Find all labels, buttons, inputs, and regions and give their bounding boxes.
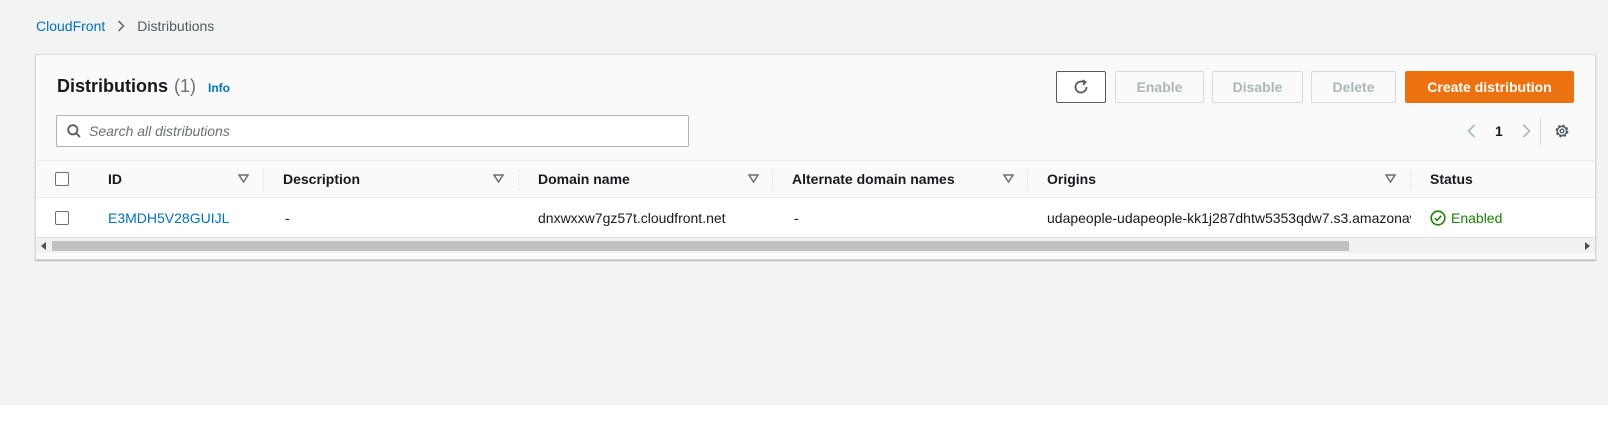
column-header-id[interactable]: ID xyxy=(108,161,122,197)
select-all-checkbox[interactable] xyxy=(55,172,69,186)
cell-description: - xyxy=(285,209,290,226)
sort-triangle-icon[interactable] xyxy=(1385,173,1396,184)
scrollbar-thumb[interactable] xyxy=(52,241,1349,251)
check-circle-icon xyxy=(1430,209,1446,226)
status-badge: Enabled xyxy=(1430,198,1502,237)
enable-button[interactable]: Enable xyxy=(1115,71,1204,103)
column-separator[interactable] xyxy=(263,169,264,191)
delete-button[interactable]: Delete xyxy=(1311,71,1396,103)
cell-alternate-domain-names: - xyxy=(794,209,799,226)
create-distribution-button[interactable]: Create distribution xyxy=(1405,71,1574,103)
distribution-id-link[interactable]: E3MDH5V28GUIJL xyxy=(108,198,229,237)
column-header-domain-name[interactable]: Domain name xyxy=(538,161,630,197)
disable-button[interactable]: Disable xyxy=(1212,71,1303,103)
cell-domain-name: dnxwxxw7gz57t.cloudfront.net xyxy=(538,209,726,226)
refresh-button[interactable] xyxy=(1056,71,1106,103)
info-link[interactable]: Info xyxy=(208,81,230,95)
sort-triangle-icon[interactable] xyxy=(493,173,504,184)
column-separator[interactable] xyxy=(1410,169,1411,191)
page-footer-strip xyxy=(0,405,1608,429)
horizontal-scrollbar[interactable] xyxy=(36,237,1595,253)
table-header: ID Description Domain name Alternate dom… xyxy=(36,160,1595,198)
column-header-description[interactable]: Description xyxy=(283,161,360,197)
column-header-status[interactable]: Status xyxy=(1430,161,1473,197)
sort-triangle-icon[interactable] xyxy=(1003,173,1014,184)
row-select-checkbox[interactable] xyxy=(55,210,69,225)
select-all-cell xyxy=(55,161,69,197)
cell-origins: udapeople-udapeople-kk1j287dhtw5353qdw7.… xyxy=(1047,209,1411,226)
page-title: Distributions (1) Info xyxy=(57,76,230,97)
column-separator[interactable] xyxy=(1027,169,1028,191)
next-page-icon[interactable] xyxy=(1517,124,1537,138)
column-header-alternate-domain-names[interactable]: Alternate domain names xyxy=(792,161,955,197)
sort-triangle-icon[interactable] xyxy=(238,173,249,184)
breadcrumb: CloudFront Distributions xyxy=(36,18,214,34)
chevron-right-icon xyxy=(117,20,125,32)
scroll-right-arrow-icon[interactable] xyxy=(1582,241,1592,251)
table-row[interactable]: E3MDH5V28GUIJL - dnxwxxw7gz57t.cloudfron… xyxy=(36,198,1595,237)
search-input[interactable] xyxy=(89,123,669,139)
title-text: Distributions xyxy=(57,76,168,96)
column-header-origins[interactable]: Origins xyxy=(1047,161,1096,197)
pagination: 1 xyxy=(1461,119,1537,143)
status-text: Enabled xyxy=(1451,209,1503,226)
sort-triangle-icon[interactable] xyxy=(748,173,759,184)
search-box xyxy=(56,115,689,147)
distribution-count: (1) xyxy=(174,76,196,96)
settings-gear-icon[interactable] xyxy=(1551,120,1573,142)
breadcrumb-current: Distributions xyxy=(137,18,215,34)
row-select-cell xyxy=(55,198,69,237)
refresh-icon xyxy=(1074,79,1088,94)
column-separator[interactable] xyxy=(518,169,519,191)
column-separator[interactable] xyxy=(772,169,773,191)
toolbar-divider xyxy=(1540,117,1541,145)
search-icon xyxy=(67,124,81,138)
scroll-left-arrow-icon[interactable] xyxy=(39,241,49,251)
distributions-panel: Distributions (1) Info Enable Disable De… xyxy=(35,54,1596,260)
current-page-number[interactable]: 1 xyxy=(1495,123,1503,139)
breadcrumb-cloudfront-link[interactable]: CloudFront xyxy=(36,18,105,34)
previous-page-icon[interactable] xyxy=(1461,124,1481,138)
